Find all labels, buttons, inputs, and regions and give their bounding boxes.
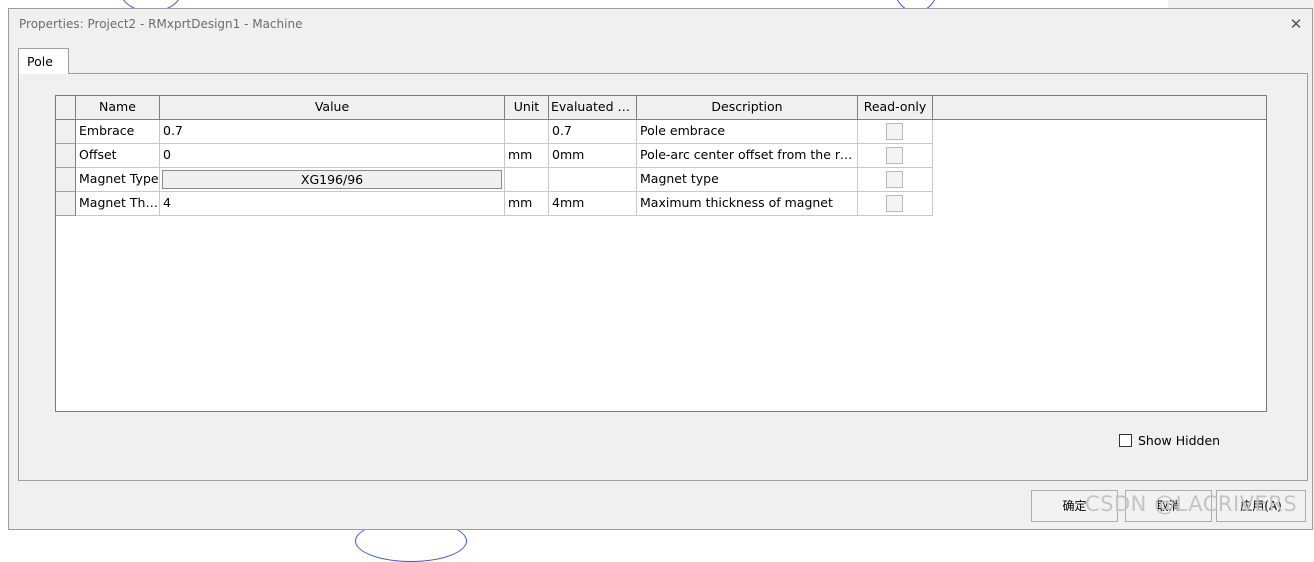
row-header[interactable] <box>56 120 76 144</box>
row-header[interactable] <box>56 144 76 168</box>
cell-description: Magnet type <box>637 168 858 192</box>
property-grid: Name Value Unit Evaluated Value Descript… <box>55 95 1267 412</box>
window-title: Properties: Project2 - RMxprtDesign1 - M… <box>19 17 303 31</box>
cell-value-input[interactable]: 4 <box>160 192 505 216</box>
close-icon[interactable]: ✕ <box>1286 14 1306 34</box>
column-header-value[interactable]: Value <box>160 96 505 120</box>
cell-evaluated: 0.7 <box>549 120 637 144</box>
cell-readonly <box>858 144 933 168</box>
readonly-checkbox[interactable] <box>886 171 903 188</box>
cell-evaluated: 4mm <box>549 192 637 216</box>
row-header[interactable] <box>56 168 76 192</box>
show-hidden-checkbox[interactable] <box>1119 434 1132 447</box>
column-header-unit[interactable]: Unit <box>505 96 549 120</box>
cell-name: Embrace <box>76 120 160 144</box>
column-header-filler <box>933 96 1266 120</box>
show-hidden-label: Show Hidden <box>1138 433 1221 448</box>
column-header-name[interactable]: Name <box>76 96 160 120</box>
cell-unit[interactable]: mm <box>505 192 549 216</box>
properties-dialog: Properties: Project2 - RMxprtDesign1 - M… <box>8 8 1313 530</box>
cell-unit <box>505 168 549 192</box>
cell-evaluated <box>549 168 637 192</box>
title-bar: Properties: Project2 - RMxprtDesign1 - M… <box>9 9 1312 39</box>
cell-name: Magnet Thickness <box>76 192 160 216</box>
tab-pole[interactable]: Pole <box>18 48 69 74</box>
column-header-evaluated[interactable]: Evaluated Value <box>549 96 637 120</box>
readonly-checkbox[interactable] <box>886 147 903 164</box>
corner-header <box>56 96 76 120</box>
cell-value: XG196/96 <box>160 168 505 192</box>
cell-evaluated: 0mm <box>549 144 637 168</box>
cell-value-input[interactable]: 0.7 <box>160 120 505 144</box>
row-header[interactable] <box>56 192 76 216</box>
cell-value-input[interactable]: 0 <box>160 144 505 168</box>
watermark-text: CSDN @LACRIVERS <box>1085 492 1298 516</box>
readonly-checkbox[interactable] <box>886 195 903 212</box>
cell-unit[interactable] <box>505 120 549 144</box>
cell-name: Magnet Type <box>76 168 160 192</box>
cell-readonly <box>858 168 933 192</box>
readonly-checkbox[interactable] <box>886 123 903 140</box>
column-header-readonly[interactable]: Read-only <box>858 96 933 120</box>
magnet-type-button[interactable]: XG196/96 <box>162 170 502 189</box>
cell-description: Pole embrace <box>637 120 858 144</box>
cell-description: Pole-arc center offset from the rotor ce… <box>637 144 858 168</box>
cell-readonly <box>858 120 933 144</box>
cell-name: Offset <box>76 144 160 168</box>
cell-unit[interactable]: mm <box>505 144 549 168</box>
show-hidden-option[interactable]: Show Hidden <box>1119 433 1220 448</box>
cell-description: Maximum thickness of magnet <box>637 192 858 216</box>
cell-readonly <box>858 192 933 216</box>
column-header-description[interactable]: Description <box>637 96 858 120</box>
